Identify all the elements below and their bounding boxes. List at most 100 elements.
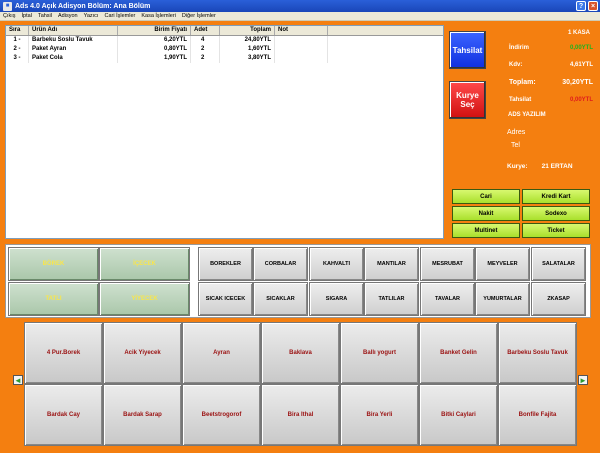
sub-cat-borekler[interactable]: BOREKLER bbox=[198, 247, 253, 281]
kdv-row: Kdv: 4,61YTL bbox=[509, 62, 593, 68]
menu-yazici[interactable]: Yazıcı bbox=[81, 13, 102, 19]
cell-birim: 6,20YTL bbox=[118, 36, 191, 45]
tahsilat-button[interactable]: Tahsilat bbox=[449, 31, 486, 69]
product-banket-gelin-button[interactable]: Banket Gelin bbox=[419, 322, 498, 384]
header-urun[interactable]: Ürün Adı bbox=[29, 26, 118, 35]
product-ayran-button[interactable]: Ayran bbox=[182, 322, 261, 384]
cell-toplam: 1,60YTL bbox=[220, 45, 275, 54]
main-cat-icecek[interactable]: İÇECEK bbox=[99, 247, 190, 281]
header-adet[interactable]: Adet bbox=[191, 26, 220, 35]
prev-page-arrow-icon[interactable]: ◄ bbox=[13, 375, 23, 385]
cell-not bbox=[275, 54, 328, 63]
kdv-label: Kdv: bbox=[509, 62, 523, 68]
cell-urun: Paket Cola bbox=[29, 54, 118, 63]
sub-cat-sigara[interactable]: SIGARA bbox=[309, 282, 364, 316]
table-row[interactable]: 1 - Barbeku Soslu Tavuk 6,20YTL 4 24,80Y… bbox=[6, 36, 443, 45]
cell-sira: 3 - bbox=[6, 54, 29, 63]
product-acik-yiyecek-button[interactable]: Acik Yiyecek bbox=[103, 322, 182, 384]
menu-diger-islemler[interactable]: Diğer İşlemler bbox=[179, 13, 219, 19]
sub-cat-mesrubat[interactable]: MESRUBAT bbox=[420, 247, 475, 281]
product-balli-yogurt-button[interactable]: Ballı yogurt bbox=[340, 322, 419, 384]
product-bonfile-fajita-button[interactable]: Bonfile Fajita bbox=[498, 384, 577, 446]
sub-cat-mantilar[interactable]: MANTILAR bbox=[364, 247, 419, 281]
adres-label: Adres bbox=[507, 129, 526, 136]
product-4-pur-borek-button[interactable]: 4 Pur.Borek bbox=[24, 322, 103, 384]
tel-label: Tel bbox=[511, 142, 520, 149]
close-button[interactable]: × bbox=[588, 1, 598, 11]
sub-cat-sicaklar[interactable]: SICAKLAR bbox=[253, 282, 308, 316]
tahsilat-value: 0,00YTL bbox=[569, 97, 593, 103]
sub-cat-zkasap[interactable]: ZKASAP bbox=[531, 282, 586, 316]
main-cat-yiyecek[interactable]: YİYECEK bbox=[99, 282, 190, 316]
product-bardak-sarap-button[interactable]: Bardak Sarap bbox=[103, 384, 182, 446]
kurye-label: Kurye: bbox=[507, 163, 528, 170]
toplam-row: Toplam: 30,20YTL bbox=[509, 79, 593, 86]
product-bardak-cay-button[interactable]: Bardak Cay bbox=[24, 384, 103, 446]
cell-urun: Barbeku Soslu Tavuk bbox=[29, 36, 118, 45]
header-toplam[interactable]: Toplam bbox=[220, 26, 275, 35]
kasa-label: 1 KASA bbox=[567, 30, 590, 36]
window-title: Ads 4.0 Açık Adisyon Bölüm: Ana Bölüm bbox=[15, 2, 151, 10]
toplam-label: Toplam: bbox=[509, 79, 536, 86]
header-birim[interactable]: Birim Fiyatı bbox=[118, 26, 191, 35]
pay-ticket-button[interactable]: Ticket bbox=[522, 223, 590, 238]
product-bitki-caylari-button[interactable]: Bitki Caylari bbox=[419, 384, 498, 446]
table-row[interactable]: 2 - Paket Ayran 0,80YTL 2 1,60YTL bbox=[6, 45, 443, 54]
kurye-sec-button[interactable]: Kurye Seç bbox=[449, 81, 486, 119]
pay-multinet-button[interactable]: Multinet bbox=[452, 223, 520, 238]
cell-toplam: 3,80YTL bbox=[220, 54, 275, 63]
sub-cat-kahvalti[interactable]: KAHVALTI bbox=[309, 247, 364, 281]
menu-adisyon[interactable]: Adisyon bbox=[55, 13, 81, 19]
cell-adet: 2 bbox=[191, 54, 220, 63]
product-barbeku-soslu-tavuk-button[interactable]: Barbeku Soslu Tavuk bbox=[498, 322, 577, 384]
toplam-value: 30,20YTL bbox=[562, 79, 593, 86]
menu-cikis[interactable]: Çıkış bbox=[0, 13, 19, 19]
sub-cat-salatalar[interactable]: SALATALAR bbox=[531, 247, 586, 281]
cell-birim: 0,80YTL bbox=[118, 45, 191, 54]
tahsilat-label: Tahsilat bbox=[509, 97, 532, 103]
menu-kasa-islemleri[interactable]: Kasa İşlemleri bbox=[138, 13, 179, 19]
pay-kredi-kart-button[interactable]: Kredi Kart bbox=[522, 189, 590, 204]
menu-cari-islemler[interactable]: Cari İşlemler bbox=[101, 13, 138, 19]
header-not[interactable]: Not bbox=[275, 26, 328, 35]
sub-cat-tavalar[interactable]: TAVALAR bbox=[420, 282, 475, 316]
product-bira-ithal-button[interactable]: Bira Ithal bbox=[261, 384, 340, 446]
cell-not bbox=[275, 45, 328, 54]
main-cat-tatli[interactable]: TATLI bbox=[8, 282, 99, 316]
company-label: ADS YAZILIM bbox=[508, 112, 546, 118]
sub-cat-meyveler[interactable]: MEYVELER bbox=[475, 247, 530, 281]
pay-sodexo-button[interactable]: Sodexo bbox=[522, 206, 590, 221]
menu-iptal[interactable]: İptal bbox=[19, 13, 35, 19]
header-sira[interactable]: Sıra bbox=[6, 26, 29, 35]
indirim-value: 0,00YTL bbox=[569, 45, 593, 51]
cell-adet: 4 bbox=[191, 36, 220, 45]
tahsilat-row: Tahsilat 0,00YTL bbox=[509, 97, 593, 103]
grid-header: Sıra Ürün Adı Birim Fiyatı Adet Toplam N… bbox=[6, 26, 443, 36]
menu-tahsil[interactable]: Tahsil bbox=[35, 13, 55, 19]
table-row[interactable]: 3 - Paket Cola 1,90YTL 2 3,80YTL bbox=[6, 54, 443, 63]
pay-nakit-button[interactable]: Nakit bbox=[452, 206, 520, 221]
cell-urun: Paket Ayran bbox=[29, 45, 118, 54]
sub-cat-yumurtalar[interactable]: YUMURTALAR bbox=[475, 282, 530, 316]
pay-cari-button[interactable]: Cari bbox=[452, 189, 520, 204]
product-bira-yerli-button[interactable]: Bira Yerli bbox=[340, 384, 419, 446]
app-icon: ■ bbox=[3, 1, 12, 11]
kurye-value: 21 ERTAN bbox=[541, 163, 573, 170]
summary-panel: 1 KASA Tahsilat Kurye Seç İndirim 0,00YT… bbox=[447, 25, 595, 239]
kdv-value: 4,61YTL bbox=[569, 62, 593, 68]
cell-not bbox=[275, 36, 328, 45]
main-cat-borek[interactable]: BÖREK bbox=[8, 247, 99, 281]
next-page-arrow-icon[interactable]: ► bbox=[578, 375, 588, 385]
cell-toplam: 24,80YTL bbox=[220, 36, 275, 45]
sub-cat-sicak-icecek[interactable]: SICAK ICECEK bbox=[198, 282, 253, 316]
cell-sira: 2 - bbox=[6, 45, 29, 54]
cell-sira: 1 - bbox=[6, 36, 29, 45]
sub-cat-corbalar[interactable]: CORBALAR bbox=[253, 247, 308, 281]
help-button[interactable]: ? bbox=[576, 1, 586, 11]
kurye-row: Kurye: 21 ERTAN bbox=[507, 163, 573, 170]
product-baklava-button[interactable]: Baklava bbox=[261, 322, 340, 384]
category-panel: BÖREK İÇECEK TATLI YİYECEK BOREKLER CORB… bbox=[5, 244, 591, 318]
order-grid[interactable]: Sıra Ürün Adı Birim Fiyatı Adet Toplam N… bbox=[5, 25, 444, 239]
sub-cat-tatlilar[interactable]: TATLILAR bbox=[364, 282, 419, 316]
product-beetstrogorof-button[interactable]: Beetstrogorof bbox=[182, 384, 261, 446]
